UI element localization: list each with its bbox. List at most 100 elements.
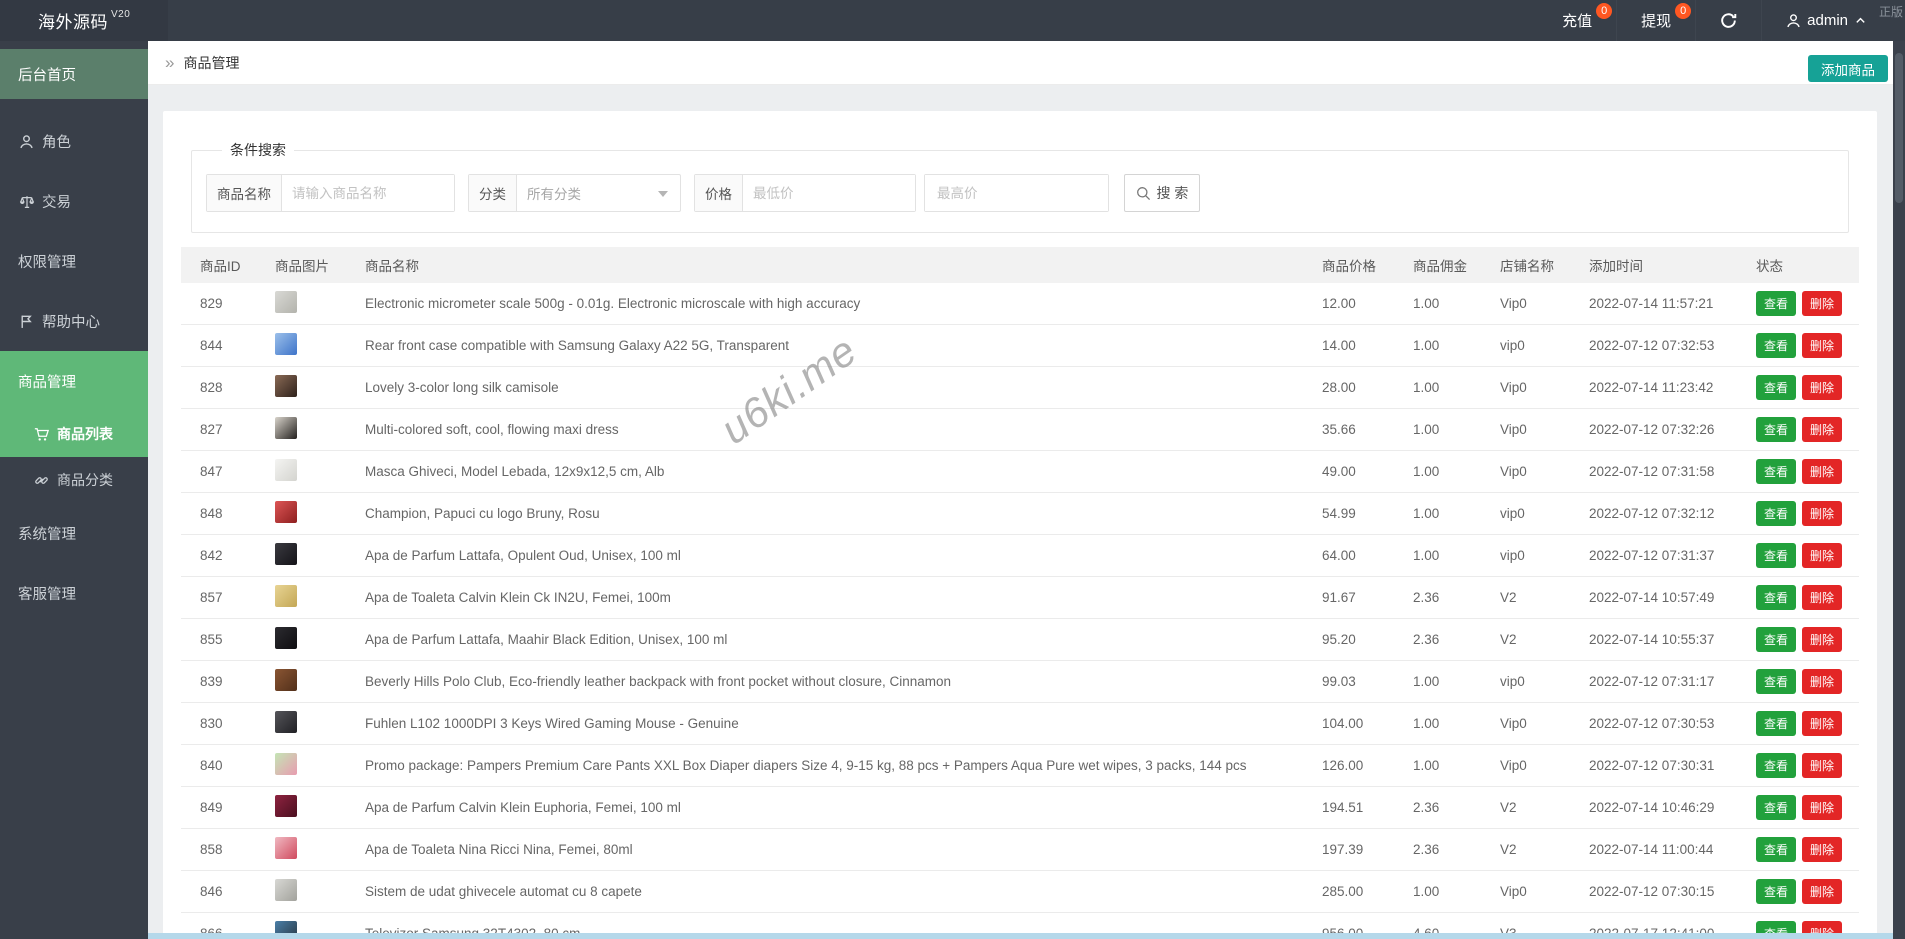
delete-button[interactable]: 删除 (1802, 375, 1843, 400)
product-image-cell (256, 879, 346, 904)
view-button[interactable]: 查看 (1756, 795, 1797, 820)
delete-button[interactable]: 删除 (1802, 333, 1843, 358)
actions-cell: 查看 删除 (1737, 669, 1859, 694)
delete-button[interactable]: 删除 (1802, 837, 1843, 862)
actions-cell: 查看 删除 (1737, 501, 1859, 526)
actions-cell: 查看 删除 (1737, 543, 1859, 568)
view-button[interactable]: 查看 (1756, 879, 1797, 904)
product-id-cell: 840 (200, 758, 223, 773)
delete-button[interactable]: 删除 (1802, 417, 1843, 442)
product-thumbnail[interactable] (275, 837, 297, 859)
delete-button[interactable]: 删除 (1802, 879, 1843, 904)
sidebar-item-product-categories[interactable]: 商品分类 (0, 457, 148, 503)
product-thumbnail[interactable] (275, 795, 297, 817)
product-price-cell: 91.67 (1322, 590, 1356, 605)
sidebar-item-label: 商品管理 (18, 374, 76, 391)
sidebar-item-permissions[interactable]: 权限管理 (0, 231, 148, 291)
actions-cell: 查看 删除 (1737, 375, 1859, 400)
product-price-cell: 35.66 (1322, 422, 1356, 437)
delete-button[interactable]: 删除 (1802, 501, 1843, 526)
horizontal-scrollbar[interactable] (148, 933, 1893, 939)
content-area: 条件搜索 商品名称 分类 所有分类 价格 (148, 85, 1905, 939)
view-button[interactable]: 查看 (1756, 543, 1797, 568)
sidebar-item-product-management[interactable]: 商品管理 (0, 351, 148, 411)
sidebar-item-product-list[interactable]: 商品列表 (0, 411, 148, 457)
actions-cell: 查看 删除 (1737, 711, 1859, 736)
product-thumbnail[interactable] (275, 585, 297, 607)
product-name-group: 商品名称 (206, 174, 455, 212)
user-menu[interactable]: admin (1761, 0, 1891, 41)
product-thumbnail[interactable] (275, 879, 297, 901)
recharge-badge: 0 (1596, 3, 1613, 19)
delete-button[interactable]: 删除 (1802, 459, 1843, 484)
added-time-cell: 2022-07-12 07:31:58 (1589, 464, 1715, 479)
table-row: 855 Apa de Parfum Lattafa, Maahir Black … (181, 619, 1859, 661)
sidebar-item-customer-service[interactable]: 客服管理 (0, 563, 148, 623)
delete-button[interactable]: 删除 (1802, 543, 1843, 568)
table-row: 857 Apa de Toaleta Calvin Klein Ck IN2U,… (181, 577, 1859, 619)
shop-name-cell: V2 (1500, 632, 1517, 647)
view-button[interactable]: 查看 (1756, 669, 1797, 694)
view-button[interactable]: 查看 (1756, 711, 1797, 736)
view-button[interactable]: 查看 (1756, 837, 1797, 862)
product-thumbnail[interactable] (275, 417, 297, 439)
commission-cell: 1.00 (1413, 548, 1440, 563)
delete-button[interactable]: 删除 (1802, 711, 1843, 736)
sidebar-item-trade[interactable]: 交易 (0, 171, 148, 231)
actions-cell: 查看 删除 (1737, 417, 1859, 442)
product-thumbnail[interactable] (275, 543, 297, 565)
scrollbar-thumb[interactable] (1895, 53, 1903, 203)
view-button[interactable]: 查看 (1756, 459, 1797, 484)
commission-cell: 2.36 (1413, 590, 1440, 605)
view-button[interactable]: 查看 (1756, 753, 1797, 778)
commission-cell: 2.36 (1413, 842, 1440, 857)
view-button[interactable]: 查看 (1756, 333, 1797, 358)
product-thumbnail[interactable] (275, 627, 297, 649)
product-thumbnail[interactable] (275, 669, 297, 691)
sidebar-item-home[interactable]: 后台首页 (0, 49, 148, 99)
search-button[interactable]: 搜 索 (1124, 174, 1200, 212)
delete-button[interactable]: 删除 (1802, 291, 1843, 316)
sidebar-item-roles[interactable]: 角色 (0, 111, 148, 171)
view-button[interactable]: 查看 (1756, 291, 1797, 316)
product-thumbnail[interactable] (275, 753, 297, 775)
recharge-menu-item[interactable]: 充值 0 (1538, 0, 1616, 41)
product-image-cell (256, 795, 346, 820)
product-name-input[interactable] (282, 175, 454, 211)
product-price-cell: 285.00 (1322, 884, 1364, 899)
view-button[interactable]: 查看 (1756, 501, 1797, 526)
added-time-cell: 2022-07-14 11:00:44 (1589, 842, 1714, 857)
shop-name-cell: Vip0 (1500, 464, 1527, 479)
view-button[interactable]: 查看 (1756, 627, 1797, 652)
view-button[interactable]: 查看 (1756, 585, 1797, 610)
delete-button[interactable]: 删除 (1802, 753, 1843, 778)
view-button[interactable]: 查看 (1756, 375, 1797, 400)
product-thumbnail[interactable] (275, 333, 297, 355)
table-header: 商品ID 商品图片 商品名称 商品价格 商品佣金 店铺名称 添加时间 状态 (181, 247, 1859, 283)
product-thumbnail[interactable] (275, 501, 297, 523)
delete-button[interactable]: 删除 (1802, 795, 1843, 820)
product-thumbnail[interactable] (275, 711, 297, 733)
category-select[interactable]: 所有分类 (517, 175, 680, 211)
product-name-cell: Apa de Parfum Calvin Klein Euphoria, Fem… (365, 800, 681, 815)
withdraw-menu-item[interactable]: 提现 0 (1616, 0, 1695, 41)
product-thumbnail[interactable] (275, 375, 297, 397)
vertical-scrollbar[interactable] (1893, 41, 1905, 939)
product-thumbnail[interactable] (275, 291, 297, 313)
product-thumbnail[interactable] (275, 459, 297, 481)
view-button[interactable]: 查看 (1756, 417, 1797, 442)
shop-name-cell: V2 (1500, 590, 1517, 605)
sidebar-item-label: 系统管理 (18, 526, 76, 543)
sidebar-item-system-management[interactable]: 系统管理 (0, 503, 148, 563)
min-price-input[interactable] (743, 175, 915, 211)
add-product-button[interactable]: 添加商品 (1808, 55, 1888, 82)
delete-button[interactable]: 删除 (1802, 669, 1843, 694)
delete-button[interactable]: 删除 (1802, 585, 1843, 610)
max-price-input[interactable] (925, 175, 1108, 211)
product-name-cell: Rear front case compatible with Samsung … (365, 338, 789, 353)
refresh-button[interactable] (1695, 0, 1761, 41)
delete-button[interactable]: 删除 (1802, 627, 1843, 652)
sidebar-item-help-center[interactable]: 帮助中心 (0, 291, 148, 351)
sidebar-item-label: 权限管理 (18, 254, 76, 271)
sidebar-item-label: 商品分类 (57, 472, 113, 488)
